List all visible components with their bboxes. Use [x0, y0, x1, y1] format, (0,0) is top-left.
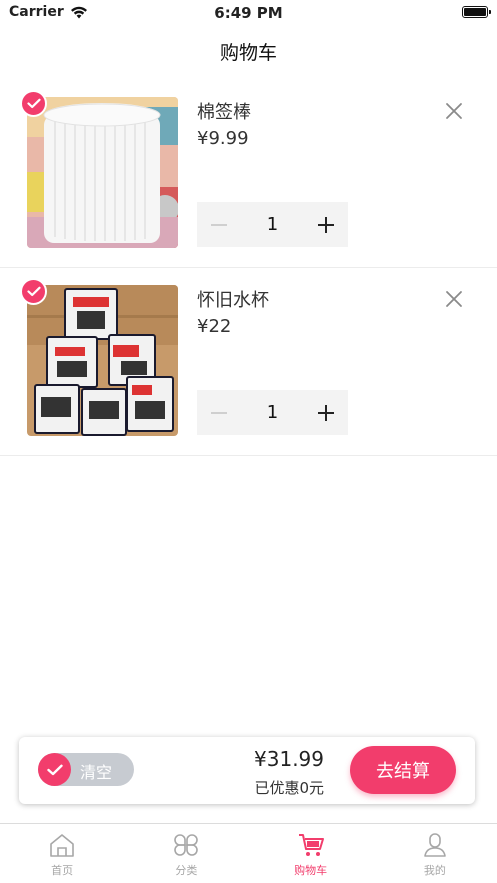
checkmark-icon — [26, 286, 41, 297]
close-icon — [446, 291, 462, 307]
tab-category[interactable]: 分类 — [124, 824, 248, 883]
close-icon — [446, 103, 462, 119]
tab-bar: 首页 分类 购物车 我的 — [0, 823, 497, 883]
tab-label: 首页 — [51, 864, 74, 877]
checkmark-icon — [46, 764, 63, 775]
tab-label: 我的 — [423, 864, 446, 877]
profile-icon — [424, 833, 446, 857]
quantity-value[interactable]: 1 — [241, 214, 304, 235]
remove-item-button[interactable] — [443, 288, 465, 310]
checkout-button[interactable]: 去结算 — [350, 746, 456, 794]
cart-icon — [298, 834, 324, 856]
quantity-stepper: 1 — [197, 202, 348, 247]
status-time: 6:49 PM — [214, 4, 283, 22]
quantity-stepper: 1 — [197, 390, 348, 435]
quantity-value[interactable]: 1 — [241, 402, 304, 423]
product-image[interactable] — [27, 97, 178, 248]
plus-icon — [318, 404, 334, 421]
product-image[interactable] — [27, 285, 178, 436]
tab-label: 购物车 — [294, 864, 328, 877]
decrease-button[interactable] — [197, 390, 241, 435]
increase-button[interactable] — [304, 202, 348, 247]
category-icon — [174, 834, 199, 856]
product-name: 怀旧水杯 — [197, 290, 269, 311]
clear-cart-toggle[interactable]: 清空 — [38, 753, 134, 786]
tab-home[interactable]: 首页 — [0, 824, 124, 883]
item-checkbox[interactable] — [20, 90, 47, 117]
product-name: 棉签棒 — [197, 102, 251, 123]
battery-icon — [462, 6, 491, 18]
plus-icon — [318, 216, 334, 233]
cotton-swab-jar-image — [27, 97, 178, 248]
checkout-bar: 清空 ¥31.99 已优惠0元 去结算 — [19, 737, 475, 804]
product-price: ¥22 — [197, 316, 232, 337]
enamel-cups-image — [27, 285, 178, 436]
total-price: ¥31.99 — [254, 747, 324, 771]
status-bar: Carrier 6:49 PM — [0, 0, 497, 26]
discount-text: 已优惠0元 — [254, 779, 324, 797]
select-all-checkbox[interactable] — [38, 753, 71, 786]
decrease-button[interactable] — [197, 202, 241, 247]
item-checkbox[interactable] — [20, 278, 47, 305]
increase-button[interactable] — [304, 390, 348, 435]
page-title: 购物车 — [219, 42, 277, 64]
cart-item: 棉签棒 ¥9.99 1 — [0, 80, 497, 268]
tab-label: 分类 — [175, 864, 198, 877]
minus-icon — [211, 411, 227, 414]
checkmark-icon — [26, 98, 41, 109]
minus-icon — [211, 223, 227, 226]
product-price: ¥9.99 — [197, 128, 249, 149]
remove-item-button[interactable] — [443, 100, 465, 122]
tab-profile[interactable]: 我的 — [373, 824, 497, 883]
cart-item: 怀旧水杯 ¥22 1 — [0, 268, 497, 456]
tab-cart[interactable]: 购物车 — [249, 824, 373, 883]
home-icon — [50, 834, 74, 857]
cart-list: 棉签棒 ¥9.99 1 怀旧水杯 ¥22 1 — [0, 80, 497, 456]
clear-label: 清空 — [80, 763, 113, 782]
